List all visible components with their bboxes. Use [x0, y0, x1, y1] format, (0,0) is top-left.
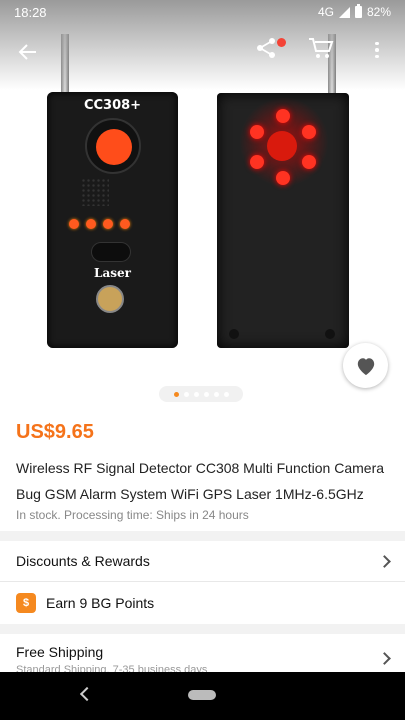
pager-dot[interactable] — [213, 391, 219, 397]
discounts-rewards-row[interactable]: Discounts & Rewards — [0, 541, 405, 581]
product-image-detector-lit — [217, 93, 349, 348]
more-vert-icon — [375, 41, 379, 46]
battery-percent: 82% — [366, 5, 391, 19]
status-bar: 18:28 4G 82% — [0, 0, 405, 24]
product-image-detector-front: CC308+ Laser — [47, 92, 178, 348]
pager-dot[interactable] — [183, 391, 189, 397]
chevron-right-icon — [378, 652, 391, 665]
nav-home-icon[interactable] — [188, 690, 216, 700]
nav-back-icon[interactable] — [79, 686, 95, 702]
pager-dot[interactable] — [223, 391, 229, 397]
discounts-label: Discounts & Rewards — [16, 553, 150, 569]
share-button[interactable] — [254, 36, 286, 64]
pager-dot[interactable] — [173, 391, 179, 397]
product-title[interactable]: Wireless RF Signal Detector CC308 Multi … — [16, 455, 392, 507]
status-time: 18:28 — [14, 4, 47, 20]
network-label: 4G — [317, 5, 334, 19]
section-gap — [0, 624, 405, 634]
bg-points-row[interactable]: $ Earn 9 BG Points — [0, 582, 405, 624]
notification-dot — [277, 38, 286, 47]
section-gap — [0, 531, 405, 541]
product-price: US$9.65 — [16, 421, 94, 443]
system-nav-bar — [0, 672, 405, 720]
back-button[interactable] — [10, 34, 46, 70]
shipping-label: Free Shipping — [16, 644, 104, 660]
pager-dot[interactable] — [193, 391, 199, 397]
more-options-button[interactable] — [366, 36, 388, 64]
gallery-pager — [159, 386, 243, 402]
cart-icon — [309, 38, 334, 58]
battery-icon — [354, 4, 362, 18]
device-laser-label: Laser — [94, 266, 131, 280]
bg-points-label: Earn 9 BG Points — [46, 595, 155, 611]
heart-icon — [357, 357, 374, 375]
pager-dot[interactable] — [203, 391, 209, 397]
top-action-bar — [0, 30, 405, 74]
wishlist-button[interactable] — [343, 343, 388, 388]
signal-icon — [338, 6, 350, 18]
back-arrow-icon — [18, 44, 36, 60]
chevron-right-icon — [378, 554, 391, 568]
stock-status: In stock. Processing time: Ships in 24 h… — [16, 508, 249, 522]
device-model-label: CC308+ — [83, 98, 142, 113]
cart-button[interactable] — [308, 36, 338, 64]
bg-points-icon: $ — [16, 593, 36, 613]
share-icon — [257, 38, 275, 58]
